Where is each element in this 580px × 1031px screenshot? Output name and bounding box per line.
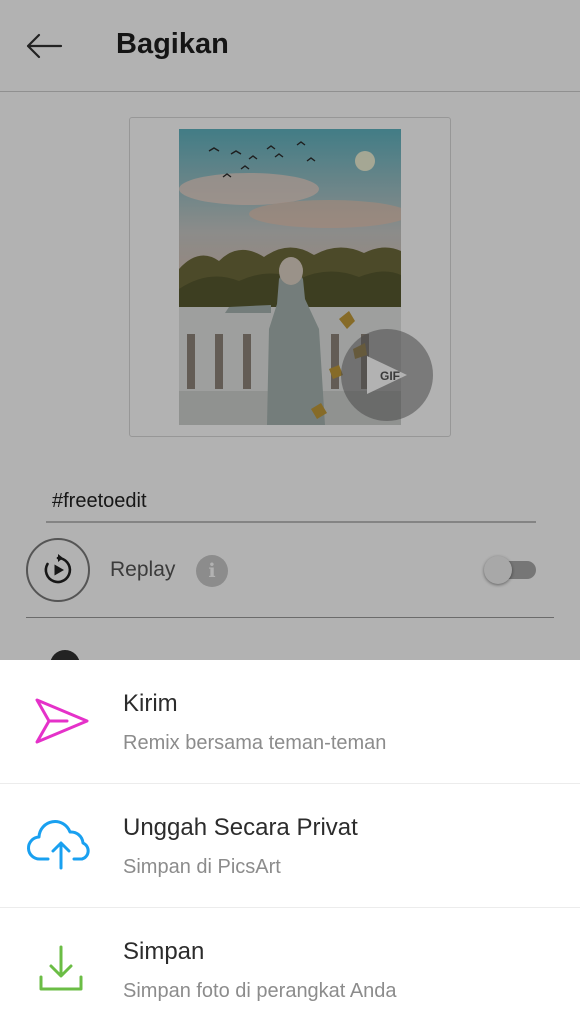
gif-play-badge[interactable]: GIF: [341, 329, 433, 421]
replay-button[interactable]: [26, 538, 90, 602]
send-icon: [24, 690, 98, 752]
replay-label: Replay: [110, 558, 176, 581]
image-preview: GIF: [129, 117, 451, 437]
replay-icon: [44, 554, 72, 584]
private-upload-subtitle: Simpan di PicsArt: [123, 856, 281, 878]
section-divider: [26, 617, 554, 618]
share-options-sheet: Kirim Remix bersama teman-teman Unggah S…: [0, 660, 580, 1031]
download-icon: [24, 938, 98, 1000]
app-bar: Bagikan: [0, 0, 580, 92]
gif-label: GIF: [380, 369, 400, 383]
replay-toggle[interactable]: [484, 556, 536, 584]
toggle-knob: [484, 556, 512, 584]
arrow-left-icon: [26, 33, 63, 59]
caption-input[interactable]: [46, 472, 536, 523]
save-option-subtitle: Simpan foto di perangkat Anda: [123, 980, 397, 1002]
send-option-subtitle: Remix bersama teman-teman: [123, 732, 387, 754]
back-button[interactable]: [22, 26, 66, 66]
save-option-title: Simpan: [123, 938, 205, 965]
send-option[interactable]: Kirim Remix bersama teman-teman: [0, 660, 580, 784]
save-option[interactable]: Simpan Simpan foto di perangkat Anda: [0, 908, 580, 1031]
private-upload-title: Unggah Secara Privat: [123, 814, 358, 841]
private-upload-option[interactable]: Unggah Secara Privat Simpan di PicsArt: [0, 784, 580, 908]
play-icon: GIF: [367, 356, 407, 394]
cloud-upload-icon: [24, 814, 98, 876]
info-icon[interactable]: i: [196, 555, 228, 587]
page-title: Bagikan: [116, 28, 229, 60]
send-option-title: Kirim: [123, 690, 178, 717]
